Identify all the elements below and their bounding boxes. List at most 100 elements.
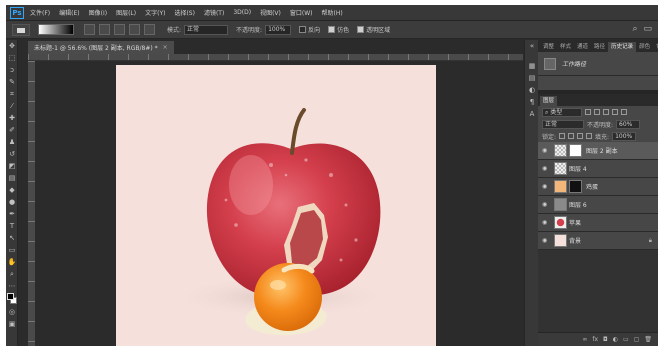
visibility-eye-icon[interactable]: ◉ [542, 237, 550, 244]
menu-layer[interactable]: 图层(L) [116, 8, 136, 17]
search-icon[interactable]: ⌕ [632, 24, 637, 34]
blend-mode-select[interactable]: 正常 [542, 119, 584, 129]
layer-filter-select[interactable]: ⌕ 类型 [542, 107, 582, 117]
menu-filter[interactable]: 滤镜(T) [204, 8, 224, 17]
char-panel-icon[interactable]: A [526, 108, 538, 120]
properties-panel-icon[interactable]: ▤ [526, 72, 538, 84]
menu-window[interactable]: 窗口(W) [290, 8, 313, 17]
filter-type-icon[interactable] [603, 109, 609, 115]
menu-edit[interactable]: 编辑(E) [59, 8, 79, 17]
tool-preset-picker[interactable] [12, 23, 30, 36]
document-canvas[interactable] [116, 65, 436, 346]
adjustment-layer-icon[interactable]: ◐ [613, 336, 618, 343]
eraser-tool-icon[interactable]: ◩ [6, 160, 18, 172]
lock-all-icon[interactable] [586, 133, 593, 139]
tab-styles[interactable]: 样式 [557, 42, 574, 52]
lasso-tool-icon[interactable]: ↄ [6, 64, 18, 76]
screen-mode-icon[interactable]: ▣ [6, 318, 18, 330]
visibility-eye-icon[interactable]: ◉ [542, 165, 550, 172]
move-tool-icon[interactable]: ✥ [6, 40, 18, 52]
lock-transparent-icon[interactable] [559, 133, 566, 139]
stamp-tool-icon[interactable]: ♟ [6, 136, 18, 148]
tab-layers[interactable]: 图层 [540, 96, 558, 106]
tab-paths[interactable]: 路径 [591, 42, 608, 52]
reverse-checkbox[interactable] [299, 26, 307, 33]
layer-row[interactable]: ◉ 苹果 [538, 214, 658, 232]
tab-swatches[interactable]: 色板 [653, 42, 658, 52]
document-tab[interactable]: 未标题-1 @ 56.6% (图层 2 副本, RGB/8#) * × [28, 41, 174, 54]
menu-image[interactable]: 图像(I) [89, 8, 107, 17]
layer-row[interactable]: ◉ 鸡蛋 [538, 178, 658, 196]
panel-collapse-icon[interactable]: « [526, 40, 538, 52]
new-group-icon[interactable]: ▭ [623, 336, 629, 343]
brush-tool-icon[interactable]: ✐ [6, 124, 18, 136]
filter-adjust-icon[interactable] [594, 109, 600, 115]
lock-pixels-icon[interactable] [568, 133, 575, 139]
menu-file[interactable]: 文件(F) [30, 8, 50, 17]
visibility-eye-icon[interactable]: ◉ [542, 219, 550, 226]
foreground-color-swatch[interactable] [7, 293, 14, 300]
layer-row[interactable]: ◉ 背景 🔒︎ [538, 232, 658, 250]
filter-pixel-icon[interactable] [585, 109, 591, 115]
filter-shape-icon[interactable] [612, 109, 618, 115]
transparency-checkbox[interactable] [357, 26, 365, 33]
tab-color[interactable]: 颜色 [636, 42, 653, 52]
filter-smart-icon[interactable] [621, 109, 627, 115]
tab-history[interactable]: 历史记录 [608, 42, 637, 52]
eyedropper-tool-icon[interactable]: ⁄ [6, 100, 18, 112]
menu-type[interactable]: 文字(Y) [145, 8, 165, 17]
dither-checkbox[interactable] [328, 26, 336, 33]
visibility-eye-icon[interactable]: ◉ [542, 183, 550, 190]
radial-gradient-button[interactable] [99, 24, 110, 35]
linear-gradient-button[interactable] [84, 24, 95, 35]
workspace-icon[interactable]: ▭ [643, 24, 652, 34]
menu-select[interactable]: 选择(S) [174, 8, 195, 17]
layer-row[interactable]: ◉ 图层 6 [538, 196, 658, 214]
dodge-tool-icon[interactable]: ● [6, 196, 18, 208]
diamond-gradient-button[interactable] [144, 24, 155, 35]
menu-help[interactable]: 帮助(H) [322, 8, 343, 17]
layer-row[interactable]: ◉ 图层 4 [538, 160, 658, 178]
angle-gradient-button[interactable] [114, 24, 125, 35]
opacity-input[interactable]: 100% [265, 24, 292, 35]
type-tool-icon[interactable]: T [6, 220, 18, 232]
shape-tool-icon[interactable]: ▭ [6, 244, 18, 256]
menu-3d[interactable]: 3D(D) [233, 9, 251, 16]
layer-mask-thumb[interactable] [569, 180, 582, 193]
menu-view[interactable]: 视图(V) [260, 8, 281, 17]
layer-mask-thumb[interactable] [569, 144, 582, 157]
visibility-eye-icon[interactable]: ◉ [542, 147, 550, 154]
visibility-eye-icon[interactable]: ◉ [542, 201, 550, 208]
history-state[interactable]: 工作路径 [538, 52, 658, 76]
lock-position-icon[interactable] [577, 133, 584, 139]
history-panel-icon[interactable]: ▦ [526, 60, 538, 72]
blur-tool-icon[interactable]: ◆ [6, 184, 18, 196]
tab-adjustments[interactable]: 调整 [540, 42, 557, 52]
gradient-tool-icon[interactable]: ▤ [6, 172, 18, 184]
zoom-tool-icon[interactable]: ⌕ [6, 268, 18, 280]
trash-icon[interactable]: 🗑︎ [644, 336, 652, 343]
fx-icon[interactable]: fx [592, 336, 598, 343]
tab-channels[interactable]: 通道 [574, 42, 591, 52]
path-select-tool-icon[interactable]: ↖ [6, 232, 18, 244]
reflected-gradient-button[interactable] [129, 24, 140, 35]
healing-tool-icon[interactable]: ✚ [6, 112, 18, 124]
more-tools-icon[interactable]: ⋯ [6, 280, 18, 292]
paragraph-panel-icon[interactable]: ¶ [526, 96, 538, 108]
quick-mask-icon[interactable]: ◎ [6, 306, 18, 318]
close-icon[interactable]: × [163, 44, 168, 51]
add-mask-icon[interactable]: ◘ [603, 336, 608, 343]
color-swatches[interactable] [6, 292, 18, 306]
link-layers-icon[interactable]: ∞ [582, 336, 587, 343]
marquee-tool-icon[interactable]: ⬚ [6, 52, 18, 64]
pen-tool-icon[interactable]: ✒ [6, 208, 18, 220]
mode-select[interactable]: 正常 [184, 24, 229, 35]
fill-input[interactable]: 100% [612, 131, 637, 141]
quick-select-tool-icon[interactable]: ✎ [6, 76, 18, 88]
adjust-panel-icon[interactable]: ◐ [526, 84, 538, 96]
new-layer-icon[interactable]: ▢ [634, 336, 640, 343]
gradient-editor-swatch[interactable] [38, 24, 74, 35]
history-brush-icon[interactable]: ↺ [6, 148, 18, 160]
crop-tool-icon[interactable]: ⌗ [6, 88, 18, 100]
layer-opacity-input[interactable]: 60% [616, 119, 641, 129]
